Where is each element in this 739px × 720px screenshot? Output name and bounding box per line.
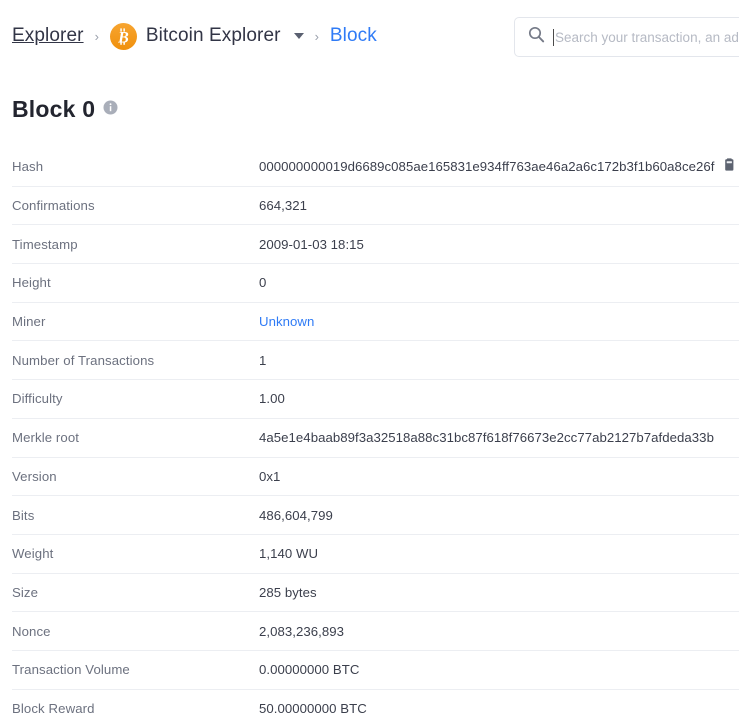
row-label: Number of Transactions [12,352,155,368]
search-box[interactable] [514,17,739,57]
row-value-text: 0x1 [259,468,281,484]
row-value: 4a5e1e4baab89f3a32518a88c31bc87f618f7667… [259,430,739,445]
row-value-text: 285 bytes [259,584,317,600]
row-value: 1 [259,353,739,368]
row-value: 1,140 WU [259,546,739,561]
table-row: Merkle root 4a5e1e4baab89f3a32518a88c31bc… [12,419,739,458]
table-row: Timestamp 2009-01-03 18:15 [12,225,739,265]
info-icon[interactable] [103,100,118,120]
row-label: Merkle root [12,430,80,446]
search-input[interactable] [555,29,739,45]
row-label: Transaction Volume [12,662,130,678]
breadcrumb: Explorer › B Bitcoin Explorer › Block [12,22,377,50]
breadcrumb-chain-label: Bitcoin Explorer [145,25,281,46]
table-row: Hash 000000000019d6689c085ae165831e934ff7… [12,148,739,187]
row-value-text: 2,083,236,893 [259,623,344,639]
row-label: Timestamp [12,236,78,252]
search-text-caret [553,28,554,46]
row-value: Unknown [259,314,739,329]
row-value-text: 000000000019d6689c085ae165831e934ff763ae… [259,159,715,175]
row-value: 50.00000000 BTC [259,701,739,716]
row-label: Height [12,275,51,291]
row-value-text: 1,140 WU [259,546,319,562]
row-value: 0x1 [259,469,739,484]
row-value-text: 0.00000000 BTC [259,662,360,678]
copy-icon[interactable] [722,158,735,175]
breadcrumb-item-block[interactable]: Block [330,25,377,47]
row-label: Version [12,468,57,484]
chevron-down-icon[interactable] [293,33,304,39]
table-row: Weight 1,140 WU [12,535,739,574]
block-details-table: Hash 000000000019d6689c085ae165831e934ff7… [0,148,739,720]
breadcrumb-item-explorer[interactable]: Explorer [12,25,84,47]
table-row: Number of Transactions 1 [12,341,739,381]
page-title-row: Block 0 [0,72,739,124]
top-header-bar: Explorer › B Bitcoin Explorer › Block [0,0,739,72]
svg-text:B: B [117,29,129,46]
row-label: Miner [12,314,46,330]
row-value: 0 [259,275,739,290]
table-row: Transaction Volume 0.00000000 BTC [12,651,739,690]
row-label: Weight [12,546,54,562]
row-value: 486,604,799 [259,508,739,523]
table-row: Bits 486,604,799 [12,496,739,535]
breadcrumb-separator-2: › [314,28,319,44]
row-value-text: 0 [259,275,267,291]
row-value-text: 486,604,799 [259,507,333,523]
page-title: Block 0 [12,95,96,122]
row-label: Hash [12,159,44,175]
bitcoin-logo-icon: B [109,22,137,50]
row-value: 2,083,236,893 [259,624,739,639]
table-row: Confirmations 664,321 [12,187,739,226]
row-label: Size [12,584,39,600]
row-value: 000000000019d6689c085ae165831e934ff763ae… [259,158,739,175]
row-value-text[interactable]: Unknown [259,314,314,329]
search-icon [528,26,545,48]
row-value: 664,321 [259,198,739,213]
row-value: 1.00 [259,391,739,406]
row-value-text: 664,321 [259,198,308,214]
table-row: Nonce 2,083,236,893 [12,612,739,651]
table-row: Size 285 bytes [12,574,739,613]
table-row: Miner Unknown [12,303,739,342]
row-label: Difficulty [12,391,63,407]
row-label: Confirmations [12,198,95,214]
row-value-text: 50.00000000 BTC [259,700,367,716]
row-value: 2009-01-03 18:15 [259,237,739,252]
table-row: Block Reward 50.00000000 BTC [12,690,739,720]
table-row: Version 0x1 [12,458,739,497]
table-row: Height 0 [12,264,739,303]
row-label: Bits [12,507,35,523]
row-label: Nonce [12,623,51,639]
row-value-text: 2009-01-03 18:15 [259,236,364,252]
row-value: 285 bytes [259,585,739,600]
breadcrumb-item-bitcoin-explorer[interactable]: B Bitcoin Explorer [109,22,304,50]
breadcrumb-separator-1: › [94,28,99,44]
row-value-text: 1.00 [259,391,285,407]
row-value: 0.00000000 BTC [259,662,739,677]
row-label: Block Reward [12,700,95,716]
row-value-text: 1 [259,352,267,368]
table-row: Difficulty 1.00 [12,380,739,419]
row-value-text: 4a5e1e4baab89f3a32518a88c31bc87f618f7667… [259,430,714,446]
